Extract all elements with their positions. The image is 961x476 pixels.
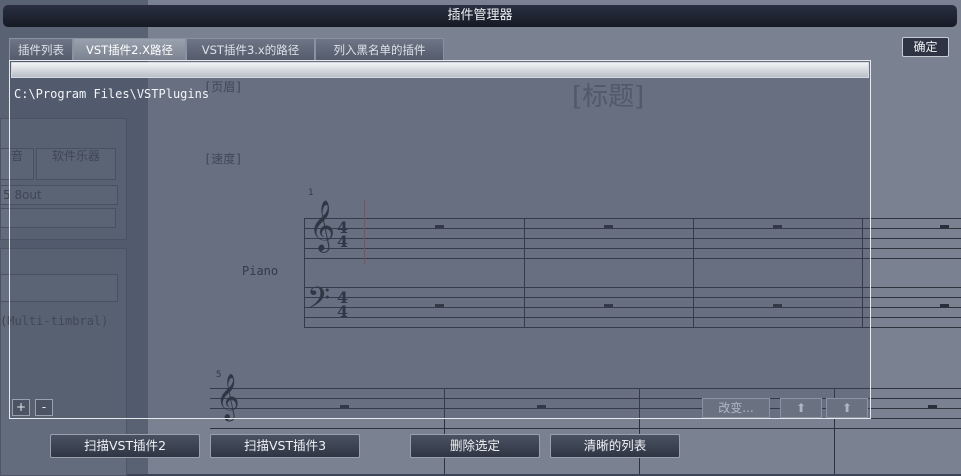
scan-vst3-button[interactable]: 扫描VST插件3 <box>210 434 360 458</box>
tab-vst3-path[interactable]: VST插件3.x的路径 <box>186 38 315 60</box>
add-path-button[interactable]: + <box>12 399 30 416</box>
scan-vst2-button[interactable]: 扫描VST插件2 <box>50 434 200 458</box>
tab-blacklisted-plugins[interactable]: 列入黑名单的插件 <box>315 38 444 60</box>
tab-plugin-list[interactable]: 插件列表 <box>9 38 73 60</box>
arrow-up-icon: ⬆ <box>795 401 807 415</box>
whole-rest-icon <box>928 405 937 408</box>
ok-button[interactable]: 确定 <box>902 37 949 57</box>
horizontal-scrollbar[interactable] <box>11 62 869 78</box>
path-list-item[interactable]: C:\Program Files\VSTPlugins <box>14 87 209 101</box>
dialog-title: 插件管理器 <box>3 5 957 27</box>
tab-vst2-path[interactable]: VST插件2.X路径 <box>73 38 186 60</box>
change-path-button[interactable]: 改变... <box>702 398 770 418</box>
arrow-down-icon: ⬆ <box>841 401 853 415</box>
clear-list-button[interactable]: 清晰的列表 <box>550 434 680 458</box>
move-down-button[interactable]: ⬆ <box>826 398 868 418</box>
whole-rest-icon <box>940 225 949 228</box>
delete-selected-button[interactable]: 删除选定 <box>410 434 540 458</box>
remove-path-button[interactable]: - <box>35 399 53 416</box>
move-up-button[interactable]: ⬆ <box>780 398 822 418</box>
path-list-panel <box>9 60 871 419</box>
whole-rest-icon <box>940 304 949 307</box>
